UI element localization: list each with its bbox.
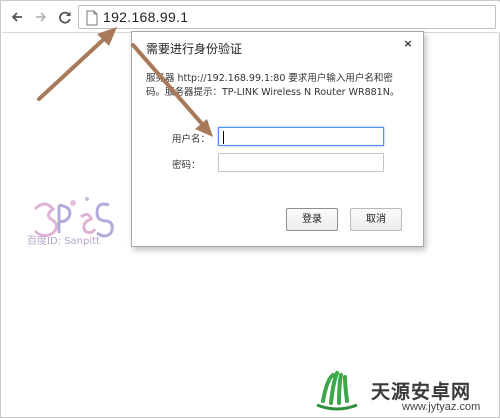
watermark-text: 百度ID: Sanpitt bbox=[27, 236, 100, 247]
back-arrow-icon bbox=[11, 12, 22, 22]
forward-button[interactable] bbox=[32, 8, 50, 26]
message-line-2: 码。服务器提示：TP-LINK Wireless N Router WR881N… bbox=[146, 87, 400, 98]
brand-logo bbox=[315, 366, 359, 411]
url-text: 192.168.99.1 bbox=[103, 9, 189, 25]
forward-arrow-icon bbox=[36, 12, 47, 22]
cancel-button[interactable]: 取消 bbox=[350, 208, 402, 231]
password-input[interactable] bbox=[218, 153, 384, 172]
reload-button[interactable] bbox=[56, 8, 74, 26]
dialog-title: 需要进行身份验证 bbox=[146, 42, 243, 56]
username-input[interactable] bbox=[218, 127, 384, 146]
reload-icon bbox=[59, 11, 71, 24]
password-label: 密码： bbox=[172, 160, 201, 171]
watermark-logo bbox=[33, 197, 114, 238]
address-bar[interactable]: 192.168.99.1 bbox=[78, 5, 496, 29]
browser-window: 192.168.99.1 需要进行身份验证 × 服务器 http://192.1… bbox=[0, 0, 500, 418]
username-label: 用户名： bbox=[172, 134, 211, 145]
close-button[interactable]: × bbox=[401, 37, 415, 51]
text-caret bbox=[223, 131, 224, 144]
page-icon bbox=[86, 10, 98, 26]
arrow-to-url bbox=[37, 27, 117, 101]
auth-dialog: 需要进行身份验证 × 服务器 http://192.168.99.1:80 要求… bbox=[131, 31, 424, 247]
brand-site-url: www.jytyaz.com bbox=[402, 401, 481, 413]
dialog-message: 服务器 http://192.168.99.1:80 要求用户输入用户名和密 码… bbox=[146, 72, 416, 100]
brand-site-name: 天源安卓网 bbox=[371, 381, 472, 403]
back-button[interactable] bbox=[8, 8, 26, 26]
message-line-1: 服务器 http://192.168.99.1:80 要求用户输入用户名和密 bbox=[146, 73, 393, 84]
login-button[interactable]: 登录 bbox=[286, 208, 338, 231]
browser-toolbar: 192.168.99.1 bbox=[2, 2, 500, 32]
